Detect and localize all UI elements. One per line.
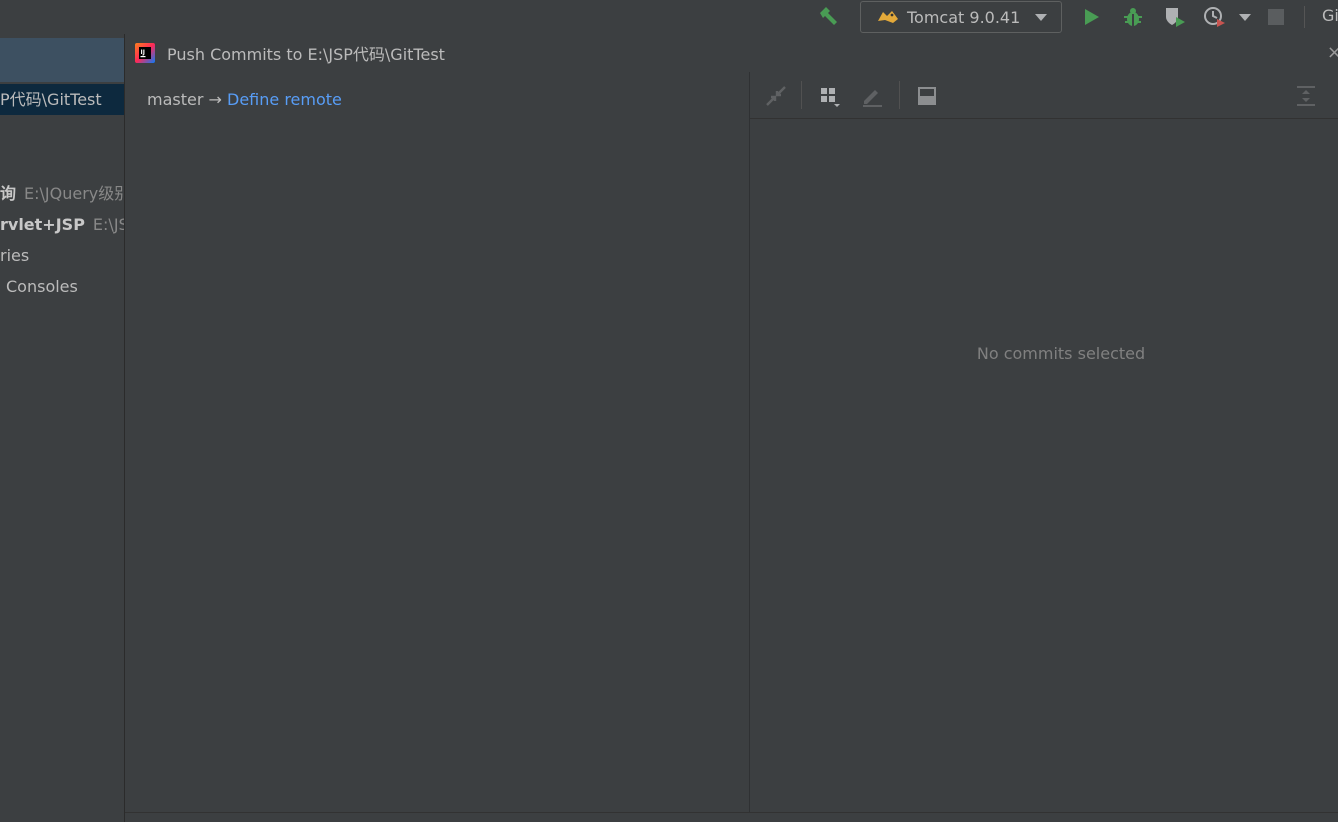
project-tree-row[interactable]: rvlet+JSP E:\JS — [0, 212, 124, 238]
close-icon[interactable]: × — [1327, 42, 1338, 63]
tomcat-icon — [877, 9, 899, 25]
tree-row-name: 询 — [0, 184, 17, 203]
toolbar-separator — [801, 81, 802, 109]
intellij-icon: IJ — [135, 43, 155, 63]
details-toolbar — [750, 72, 1338, 119]
arrow-icon: → — [208, 90, 222, 109]
expand-all-icon[interactable] — [1292, 82, 1320, 110]
tree-row-path: E:\JQuery级别 — [24, 184, 124, 203]
project-tree-row[interactable]: ries — [0, 243, 29, 269]
project-tree-row[interactable]: 询 E:\JQuery级别 — [0, 181, 124, 207]
profiler-icon[interactable] — [1202, 4, 1228, 30]
run-configuration-selector[interactable]: Tomcat 9.0.41 — [860, 1, 1062, 33]
play-icon[interactable] — [1078, 4, 1104, 30]
layout-icon[interactable] — [913, 82, 941, 110]
chevron-down-icon — [1035, 13, 1047, 21]
commit-details-pane: No commits selected — [750, 72, 1338, 812]
svg-text:IJ: IJ — [141, 49, 145, 56]
coverage-icon[interactable] — [1162, 4, 1188, 30]
project-panel: P代码\GitTest 询 E:\JQuery级别 rvlet+JSP E:\JS … — [0, 34, 124, 822]
toolbar-separator — [1304, 6, 1305, 28]
tree-row-name: rvlet+JSP — [0, 215, 85, 234]
local-branch-name: master — [147, 90, 204, 109]
push-commits-dialog: IJ Push Commits to E:\JSP代码\GitTest × ma… — [124, 34, 1338, 822]
bug-icon[interactable] — [1120, 4, 1146, 30]
git-label[interactable]: Gi — [1322, 6, 1338, 25]
push-branches-pane: master → Define remote — [125, 72, 750, 812]
project-tree-row[interactable]: Consoles — [6, 274, 78, 300]
project-panel-header — [0, 38, 124, 82]
tree-row-path: E:\JS — [92, 215, 124, 234]
dialog-title-bar[interactable]: IJ Push Commits to E:\JSP代码\GitTest — [125, 34, 1338, 72]
run-configuration-label: Tomcat 9.0.41 — [907, 7, 1021, 27]
define-remote-link[interactable]: Define remote — [227, 90, 342, 109]
hammer-icon[interactable] — [816, 4, 842, 30]
edit-icon[interactable] — [858, 82, 886, 110]
chevron-down-icon[interactable] — [1232, 4, 1258, 30]
branch-push-row: master → Define remote — [147, 90, 342, 109]
group-by-icon[interactable] — [816, 82, 844, 110]
collapse-icon[interactable] — [762, 82, 790, 110]
empty-state-message: No commits selected — [976, 344, 1146, 363]
project-tree-selected-row[interactable]: P代码\GitTest — [0, 84, 124, 115]
stop-icon[interactable] — [1263, 4, 1289, 30]
toolbar-separator — [899, 81, 900, 109]
main-toolbar: Tomcat 9.0.41 Gi — [0, 0, 1338, 34]
dialog-title: Push Commits to E:\JSP代码\GitTest — [167, 45, 445, 64]
dialog-footer — [125, 812, 1338, 822]
